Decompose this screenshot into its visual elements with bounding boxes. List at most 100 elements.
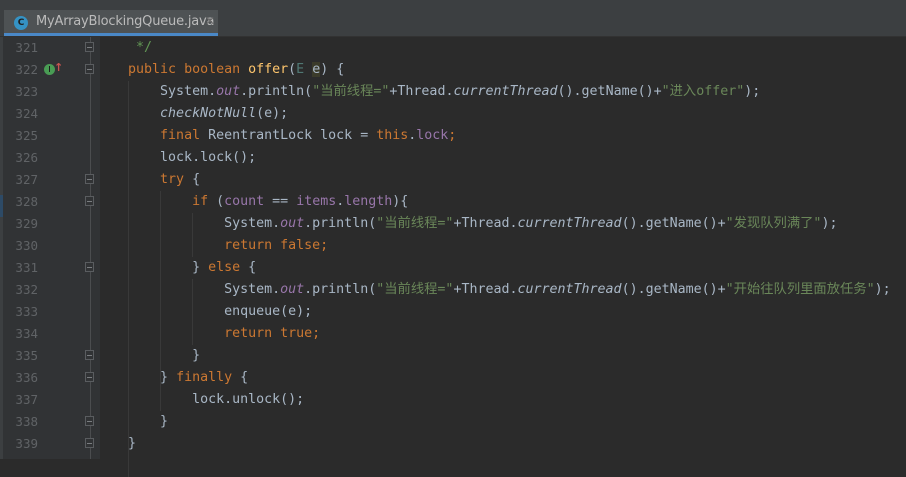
- token-plain: .println(: [240, 84, 313, 99]
- token-fld: items: [296, 194, 337, 209]
- token-kw: finally: [176, 370, 241, 385]
- line-number: 335: [15, 348, 38, 363]
- token-str: "当前线程=": [376, 282, 454, 297]
- fold-toggle-icon[interactable]: [85, 64, 94, 74]
- code-line[interactable]: 325 final ReentrantLock lock = this.lock…: [0, 125, 906, 147]
- code-line[interactable]: 332 System.out.println("当前线程="+Thread.cu…: [0, 279, 906, 301]
- token-plain: .println(: [304, 216, 377, 231]
- code-line[interactable]: 328 if (count == items.length){: [0, 191, 906, 213]
- fold-toggle-icon[interactable]: [85, 438, 94, 448]
- go-to-super-icon[interactable]: ↑: [54, 61, 63, 74]
- token-plain: ReentrantLock lock =: [208, 128, 377, 143]
- token-plain: );: [874, 282, 891, 297]
- line-number: 324: [15, 106, 38, 121]
- line-number: 329: [15, 216, 38, 231]
- token-kw: if: [192, 194, 217, 209]
- token-kw: final: [160, 128, 209, 143]
- line-number: 337: [15, 392, 38, 407]
- token-str: "进入offer": [661, 84, 745, 99]
- token-plain: lock.unlock();: [96, 392, 305, 407]
- code-line[interactable]: 322 ↑ public boolean offer(E e) {: [0, 59, 906, 81]
- code-text: lock.lock();: [96, 147, 256, 169]
- code-line[interactable]: 323 System.out.println("当前线程="+Thread.cu…: [0, 81, 906, 103]
- code-line[interactable]: 334 return true;: [0, 323, 906, 345]
- line-number: 330: [15, 238, 38, 253]
- token-plain: (: [216, 194, 225, 209]
- code-line[interactable]: 339 }: [0, 433, 906, 455]
- code-line[interactable]: 327 try {: [0, 169, 906, 191]
- code-line[interactable]: 330 return false;: [0, 235, 906, 257]
- token-plain: System.: [96, 282, 281, 297]
- token-plain: System.: [96, 216, 281, 231]
- code-line[interactable]: 336 } finally {: [0, 367, 906, 389]
- token-kw: ;: [448, 128, 457, 143]
- code-text: System.out.println("当前线程="+Thread.curren…: [96, 279, 891, 301]
- fold-toggle-icon[interactable]: [85, 174, 94, 184]
- token-plain: );: [821, 216, 838, 231]
- line-number: 327: [15, 172, 38, 187]
- token-plain: .println(: [304, 282, 377, 297]
- token-plain: {: [192, 172, 201, 187]
- code-line[interactable]: 331 } else {: [0, 257, 906, 279]
- token-sfld: out: [280, 282, 305, 297]
- line-number: 332: [15, 282, 38, 297]
- token-plain: }: [96, 260, 209, 275]
- fold-toggle-icon[interactable]: [85, 42, 94, 52]
- token-plain: +Thread.: [453, 282, 518, 297]
- code-line[interactable]: 326 lock.lock();: [0, 147, 906, 169]
- close-icon[interactable]: ✕: [205, 14, 215, 28]
- token-plain: +Thread.: [453, 216, 518, 231]
- fold-toggle-icon[interactable]: [85, 350, 94, 360]
- token-fld: length: [344, 194, 393, 209]
- code-text: }: [96, 411, 168, 433]
- token-plain: {: [240, 370, 249, 385]
- code-text: public boolean offer(E e) {: [96, 59, 344, 81]
- token-plain: (e);: [256, 106, 289, 121]
- fold-toggle-icon[interactable]: [85, 262, 94, 272]
- code-line[interactable]: 321 */: [0, 37, 906, 59]
- token-type: E: [296, 62, 313, 77]
- code-text: enqueue(e);: [96, 301, 312, 323]
- code-text: } finally {: [96, 367, 248, 389]
- token-ital: currentThread: [517, 282, 622, 297]
- code-line[interactable]: 338 }: [0, 411, 906, 433]
- token-kw: public boolean: [128, 62, 249, 77]
- token-fld: lock: [416, 128, 449, 143]
- tab-my-array-blocking-queue[interactable]: C MyArrayBlockingQueue.java ✕: [4, 10, 218, 36]
- token-cmt: */: [96, 40, 153, 55]
- token-plain: }: [96, 348, 201, 363]
- fold-toggle-icon[interactable]: [85, 372, 94, 382]
- token-sfld: out: [216, 84, 241, 99]
- line-number: 322: [15, 62, 38, 77]
- code-line[interactable]: 337 lock.unlock();: [0, 389, 906, 411]
- token-plain: ().getName()+: [621, 216, 726, 231]
- token-plain: lock.lock();: [96, 150, 257, 165]
- fold-toggle-icon[interactable]: [85, 416, 94, 426]
- token-kw: this: [376, 128, 409, 143]
- code-text: System.out.println("当前线程="+Thread.curren…: [96, 213, 837, 235]
- token-plain: (: [288, 62, 297, 77]
- code-text: if (count == items.length){: [96, 191, 408, 213]
- token-plain: +Thread.: [389, 84, 454, 99]
- code-line[interactable]: 329 System.out.println("当前线程="+Thread.cu…: [0, 213, 906, 235]
- token-plain: }: [96, 414, 169, 429]
- java-class-icon: C: [14, 16, 28, 30]
- line-number: 321: [15, 40, 38, 55]
- code-line[interactable]: 333 enqueue(e);: [0, 301, 906, 323]
- token-hl: e: [312, 62, 321, 77]
- code-text: */: [96, 37, 152, 59]
- code-line[interactable]: 324 checkNotNull(e);: [0, 103, 906, 125]
- code-text: checkNotNull(e);: [96, 103, 288, 125]
- code-text: }: [96, 433, 136, 455]
- token-plain: ==: [264, 194, 297, 209]
- token-plain: ){: [392, 194, 409, 209]
- token-str: "当前线程=": [312, 84, 390, 99]
- fold-toggle-icon[interactable]: [85, 196, 94, 206]
- code-line[interactable]: 335 }: [0, 345, 906, 367]
